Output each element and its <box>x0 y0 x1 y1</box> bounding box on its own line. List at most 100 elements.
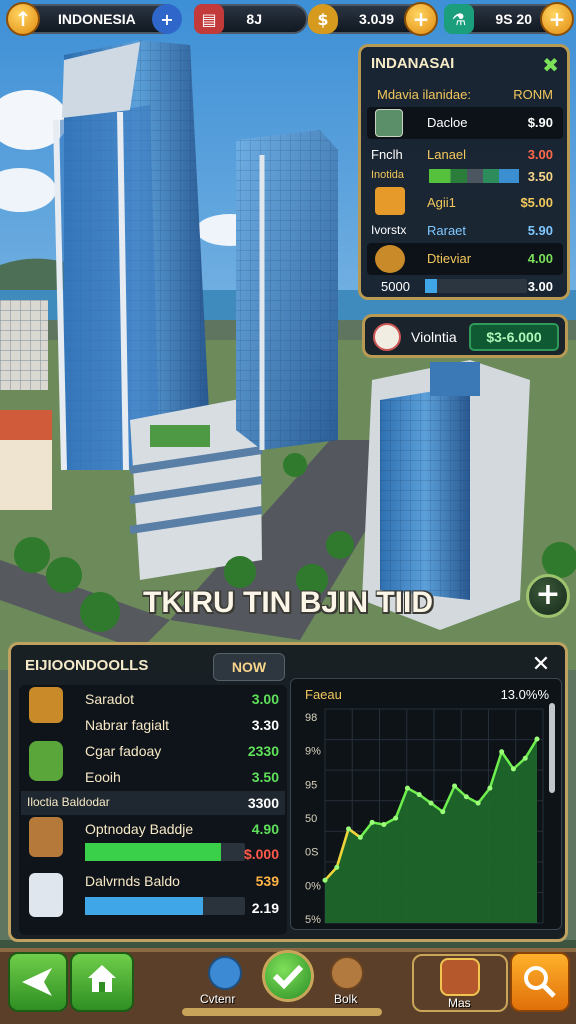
item-name: Optnoday Baddje <box>85 821 194 837</box>
money-bag-icon <box>375 245 405 273</box>
y-tick-label: 95 <box>305 779 317 791</box>
resource-c-value: 9S 20 <box>495 11 532 27</box>
chart-point <box>534 736 540 742</box>
resource-b-value: 3.0J9 <box>358 11 394 27</box>
item-name: Iloctia Baldodar <box>27 795 110 809</box>
balance-label: Violntia <box>411 329 457 345</box>
market-row-name: Dtieviar <box>427 251 472 266</box>
market-row-value: 4.00 <box>527 251 553 266</box>
potion-icon: ⚗ <box>444 4 474 34</box>
book-icon: ▤ <box>194 4 224 34</box>
chart-scrollbar[interactable] <box>549 703 555 793</box>
blueprint-icon[interactable] <box>208 956 242 990</box>
close-icon[interactable]: ✕ <box>527 651 555 679</box>
chart-point <box>322 877 328 883</box>
nav-center-bar <box>182 1008 382 1016</box>
market-row-value: 5.90 <box>527 223 553 238</box>
item-value: 2330 <box>247 743 279 759</box>
chart-point <box>440 809 446 815</box>
country-label: INDONESIA <box>58 11 136 27</box>
nav-center-right-label: Bolk <box>334 992 358 1006</box>
chart-point <box>475 800 481 806</box>
color-swatch-bar <box>429 169 519 183</box>
item-value: 3.50 <box>251 769 279 785</box>
compass-icon <box>440 958 480 996</box>
chart-point <box>357 834 363 840</box>
bag-icon <box>29 687 63 723</box>
chart-point <box>381 822 387 828</box>
market-header-right: RONM <box>513 87 553 102</box>
rose-icon <box>373 323 401 351</box>
market-row-value: 3.50 <box>527 169 553 184</box>
item-value: 3.30 <box>251 717 279 733</box>
item-value: 539 <box>255 873 279 889</box>
y-tick-label: 0% <box>305 880 321 892</box>
up-arrow-coin-icon[interactable]: ↑ <box>6 2 40 36</box>
chart-point <box>452 783 458 789</box>
chart-point <box>369 819 375 825</box>
market-row-value: $5.00 <box>520 195 553 210</box>
y-tick-label: 9% <box>305 746 321 758</box>
shield-icon: $ <box>308 4 338 34</box>
item-value: 2.19 <box>251 900 279 916</box>
item-value: 4.90 <box>251 821 279 837</box>
resource-a-value: 8J <box>246 11 262 27</box>
add-country-icon[interactable]: + <box>152 4 182 34</box>
market-row-name: Raraet <box>427 223 467 238</box>
chart-point <box>510 766 516 772</box>
market-header-left: Mdavia ilanidae: <box>377 87 471 102</box>
market-row-name: Dacloe <box>427 115 468 130</box>
item-name: Eooih <box>85 769 121 785</box>
close-icon[interactable]: ✖ <box>542 53 559 77</box>
item-name: Cgar fadoay <box>85 743 162 759</box>
check-icon <box>272 964 304 990</box>
price-chart: Faeau 13.0%% 98 9% 95 50 0S 0% 5% <box>290 678 562 930</box>
y-tick-label: 98 <box>305 712 317 724</box>
add-resource-c-icon[interactable]: + <box>540 2 574 36</box>
add-resource-b-icon[interactable]: + <box>404 2 438 36</box>
market-row-value: 3.00 <box>527 279 553 294</box>
chart-point <box>404 785 410 791</box>
chart-point <box>393 815 399 821</box>
item-name: Saradot <box>85 691 135 707</box>
market-row-tag: Ivorstx <box>371 223 407 237</box>
item-value: $.000 <box>243 846 279 862</box>
home-icon <box>88 965 116 992</box>
market-panel: INDANASAI ✖ Mdavia ilanidae: RONM Dacloe… <box>358 44 570 300</box>
portfolio-title: EIJIOONDOOLLS <box>25 657 149 674</box>
item-value: 3300 <box>247 795 279 811</box>
market-row-name: Agii1 <box>427 195 456 210</box>
market-row-tag: Fnclh <box>371 147 403 162</box>
chart-point <box>522 755 528 761</box>
item-name: Nabrar fagialt <box>85 717 170 733</box>
nav-center-left-label: Cvtenr <box>200 992 236 1006</box>
chart-point <box>463 794 469 800</box>
market-row-value: $.90 <box>527 115 553 130</box>
market-row-tag: Inotida <box>371 169 405 181</box>
market-row-tag: 5000 <box>381 279 410 294</box>
chart-point <box>346 826 352 832</box>
chart-point <box>428 800 434 806</box>
market-row-name: Lanael <box>427 147 467 162</box>
market-progress-bar <box>425 279 527 293</box>
progress-bar-green <box>85 843 245 861</box>
balance-amount: $3-6.000 <box>469 323 559 351</box>
nav-right-label: Mas <box>448 996 471 1010</box>
add-building-button[interactable]: + <box>526 574 570 618</box>
item-value: 3.00 <box>251 691 279 707</box>
back-arrow-icon <box>22 968 52 996</box>
balance-panel: Violntia $3-6.000 <box>362 314 568 358</box>
now-tab[interactable]: NOW <box>213 653 285 681</box>
y-tick-label: 50 <box>305 813 317 825</box>
city-banner: TKIRU TIN BJIN TIID <box>143 586 433 619</box>
can-icon <box>29 873 63 917</box>
chart-point <box>334 864 340 870</box>
chart-point <box>487 785 493 791</box>
chart-plot: 98 9% 95 50 0S 0% 5% <box>305 708 544 926</box>
y-tick-label: 5% <box>305 914 321 926</box>
chart-point <box>416 792 422 798</box>
chart-point <box>499 749 505 755</box>
market-row-value: 3.00 <box>527 147 553 162</box>
cookie-icon[interactable] <box>330 956 364 990</box>
avatar <box>375 109 403 137</box>
